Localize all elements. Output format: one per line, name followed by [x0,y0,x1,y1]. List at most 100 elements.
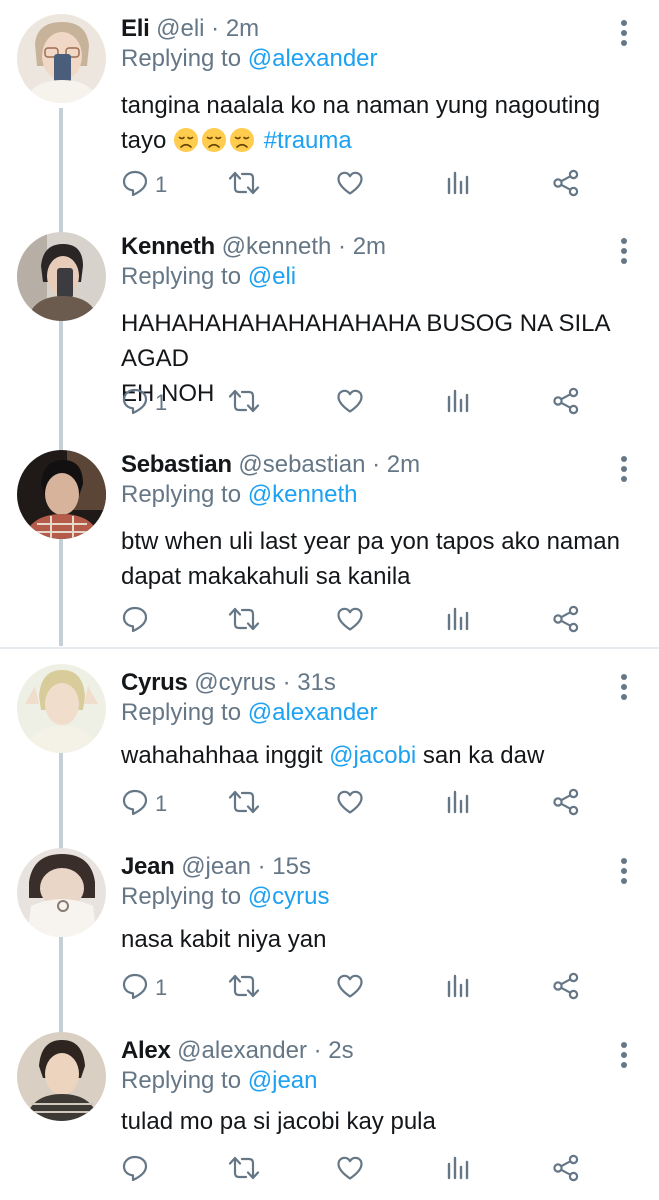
avatar[interactable] [17,1032,106,1121]
heart-icon [336,169,364,197]
tweet-reply[interactable]: Alex @alexander · 2s Replying to @jean t… [0,1032,659,1198]
hashtag-link[interactable]: #trauma [264,127,352,154]
share-button[interactable] [552,387,580,421]
reply-icon [121,169,149,197]
display-name[interactable]: Cyrus [121,669,188,696]
like-button[interactable] [336,605,364,639]
reply-count: 1 [155,390,168,415]
separator: · [275,669,298,696]
like-button[interactable] [336,788,364,822]
stats-button[interactable] [446,788,470,822]
like-button[interactable] [336,387,364,421]
disappointed-emoji-icon [201,127,227,153]
display-name[interactable]: Jean [121,853,175,880]
share-button[interactable] [552,788,580,822]
avatar[interactable] [17,664,106,753]
more-vertical-icon[interactable] [612,672,636,702]
stats-icon [446,169,470,197]
reply-button[interactable]: 1 [121,169,167,203]
user-handle[interactable]: @eli [156,15,204,42]
replying-to-mention[interactable]: @eli [248,263,296,290]
user-handle[interactable]: @kenneth [222,233,332,260]
share-button[interactable] [552,972,580,1006]
heart-icon [336,972,364,1000]
display-name[interactable]: Sebastian [121,451,232,478]
tweet-actions: 1 [121,387,591,421]
stats-button[interactable] [446,1154,470,1188]
retweet-button[interactable] [228,788,260,822]
retweet-button[interactable] [228,605,260,639]
tweet-reply[interactable]: Eli @eli · 2m Replying to @alexander tan… [0,14,659,222]
replying-to-mention[interactable]: @alexander [248,45,378,72]
tweet-text-part: tulad mo pa si jacobi kay pula [121,1108,436,1135]
tweet-text-line: HAHAHAHAHAHAHAHAHA BUSOG NA SILA AGAD [121,310,610,372]
share-button[interactable] [552,605,580,639]
tweet-reply[interactable]: Sebastian @sebastian · 2m Replying to @k… [0,450,659,646]
more-vertical-icon[interactable] [612,454,636,484]
display-name[interactable]: Alex [121,1037,171,1064]
reply-button[interactable]: 1 [121,972,167,1006]
separator: · [331,233,353,260]
user-handle[interactable]: @jean [181,853,251,880]
reply-count: 1 [155,975,168,1000]
user-handle[interactable]: @alexander [177,1037,307,1064]
display-name[interactable]: Eli [121,15,150,42]
reply-icon [121,1154,149,1182]
tweet-text-part: san ka daw [416,742,545,769]
reply-button[interactable]: 1 [121,788,167,822]
retweet-button[interactable] [228,1154,260,1188]
separator: · [204,15,226,42]
share-button[interactable] [552,169,580,203]
stats-button[interactable] [446,972,470,1006]
more-vertical-icon[interactable] [612,856,636,886]
share-icon [552,1154,580,1182]
like-button[interactable] [336,1154,364,1188]
reply-icon [121,972,149,1000]
stats-button[interactable] [446,605,470,639]
retweet-icon [228,169,260,197]
stats-icon [446,1154,470,1182]
like-button[interactable] [336,169,364,203]
replying-to-mention[interactable]: @kenneth [248,481,358,508]
more-vertical-icon[interactable] [612,18,636,48]
tweet-reply[interactable]: Kenneth @kenneth · 2m Replying to @eli H… [0,232,659,440]
separator: · [250,853,273,880]
user-handle[interactable]: @sebastian [238,451,365,478]
tweet-header: Alex @alexander · 2s [121,1036,354,1066]
tweet-reply[interactable]: Jean @jean · 15s Replying to @cyrus nasa… [0,848,659,1020]
avatar[interactable] [17,232,106,321]
tweet-text: nasa kabit niya yan [121,922,641,957]
display-name[interactable]: Kenneth [121,233,215,260]
tweet-text-line: btw when uli last year pa yon tapos ako … [121,528,620,555]
more-vertical-icon[interactable] [612,236,636,266]
tweet-reply[interactable]: Cyrus @cyrus · 31s Replying to @alexande… [0,664,659,838]
share-icon [552,605,580,633]
tweet-actions [121,1154,591,1188]
timestamp: 2m [352,233,387,260]
reply-count: 1 [155,172,168,197]
user-handle[interactable]: @cyrus [194,669,276,696]
replying-to-mention[interactable]: @cyrus [248,883,330,910]
share-button[interactable] [552,1154,580,1188]
more-vertical-icon[interactable] [612,1040,636,1070]
retweet-button[interactable] [228,972,260,1006]
like-button[interactable] [336,972,364,1006]
reply-button[interactable] [121,1154,149,1188]
mention-link[interactable]: @jacobi [329,742,416,769]
replying-to-mention[interactable]: @alexander [248,699,378,726]
avatar[interactable] [17,848,106,937]
avatar[interactable] [17,14,106,103]
replying-to-mention[interactable]: @jean [248,1067,318,1094]
stats-button[interactable] [446,169,470,203]
timestamp: 15s [272,853,311,880]
heart-icon [336,605,364,633]
reply-button[interactable]: 1 [121,387,167,421]
avatar[interactable] [17,450,106,539]
retweet-button[interactable] [228,169,260,203]
replying-to: Replying to @alexander [121,44,378,74]
stats-icon [446,788,470,816]
retweet-button[interactable] [228,387,260,421]
reply-button[interactable] [121,605,149,639]
stats-button[interactable] [446,387,470,421]
replying-to-label: Replying to [121,699,248,726]
